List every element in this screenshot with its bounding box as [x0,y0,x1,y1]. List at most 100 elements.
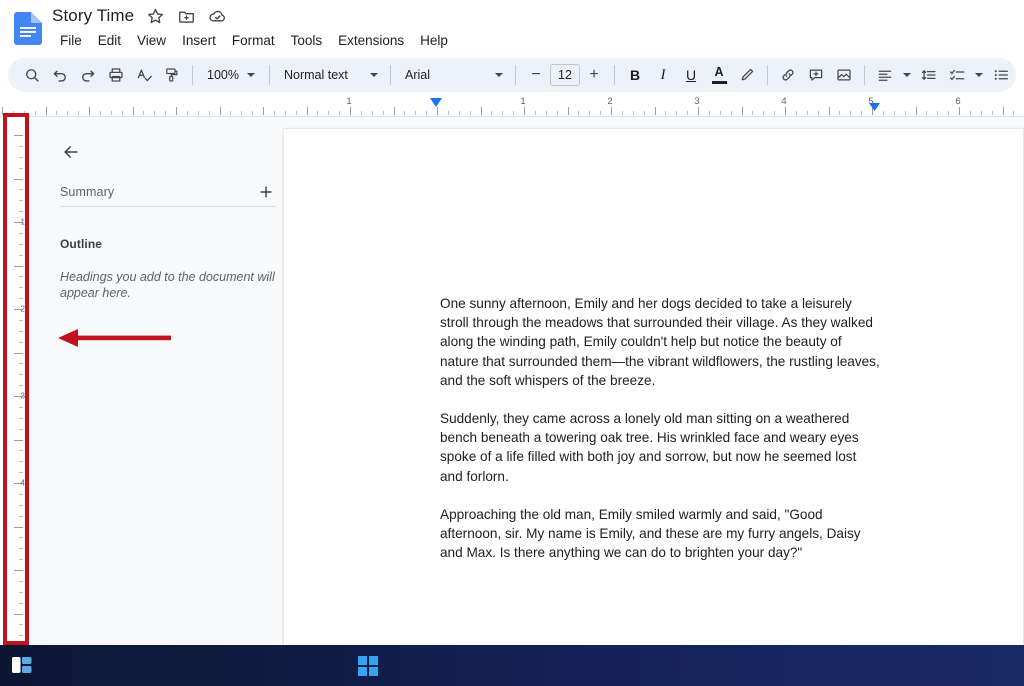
bulleted-list-dropdown-button[interactable] [1015,62,1016,88]
vruler-minor-tick [19,363,23,364]
minus-icon: − [531,66,541,83]
vruler-minor-tick [19,168,23,169]
vruler-minor-tick [19,581,23,582]
toolbar-divider [192,65,193,85]
ruler-minor-tick [165,111,166,115]
menu-edit[interactable]: Edit [90,31,129,50]
menu-insert[interactable]: Insert [174,31,224,50]
ruler-minor-tick [122,111,123,115]
font-size-decrease-button[interactable]: − [522,61,550,89]
insert-image-icon[interactable] [830,61,858,89]
menu-format[interactable]: Format [224,31,283,50]
ruler-minor-tick [644,111,645,115]
ruler-major-tick [568,107,569,115]
cloud-saved-icon[interactable] [208,7,227,26]
search-icon[interactable] [18,61,46,89]
redo-icon[interactable] [74,61,102,89]
widgets-icon[interactable] [8,651,36,679]
document-text-body[interactable]: One sunny afternoon, Emily and her dogs … [440,294,880,581]
ruler-minor-tick [274,111,275,115]
ruler-minor-tick [502,111,503,115]
underline-button[interactable]: U [677,61,705,89]
bulleted-list-icon[interactable] [987,61,1015,89]
paint-format-icon[interactable] [158,61,186,89]
toolbar-divider [767,65,768,85]
page-title[interactable]: Story Time [52,6,134,26]
undo-icon[interactable] [46,61,74,89]
line-spacing-icon[interactable] [915,61,943,89]
ruler-minor-tick [56,111,57,115]
ruler-minor-tick [796,111,797,115]
vertical-ruler[interactable]: 1 2 3 4 [8,117,26,645]
menu-help[interactable]: Help [412,31,456,50]
ruler-minor-tick [850,111,851,115]
ruler-number-label: 1 [346,96,352,107]
add-summary-plus-icon[interactable] [254,180,278,204]
star-icon[interactable] [146,7,165,26]
ruler-minor-tick [763,111,764,115]
ruler-major-tick [524,107,525,115]
font-size-increase-button[interactable]: + [580,61,608,89]
paragraph-style-selector[interactable]: Normal text [276,62,384,88]
move-to-folder-icon[interactable] [177,7,196,26]
summary-divider [60,206,276,207]
ruler-minor-tick [807,111,808,115]
horizontal-ruler[interactable]: 1123456 [0,95,1024,117]
ruler-minor-tick [24,111,25,115]
paragraph-2: Suddenly, they came across a lonely old … [440,411,859,484]
ruler-major-tick [2,107,3,115]
ruler-number-label: 6 [955,96,961,107]
vruler-minor-tick [19,146,23,147]
italic-button[interactable]: I [649,61,677,89]
vruler-major-tick [14,353,23,354]
add-comment-icon[interactable] [802,61,830,89]
align-dropdown-button[interactable] [899,62,915,88]
outline-empty-hint: Headings you add to the document will ap… [60,270,275,300]
checklist-dropdown-button[interactable] [971,62,987,88]
ruler-minor-tick [241,111,242,115]
ruler-minor-tick [720,111,721,115]
ruler-number-label: 4 [781,96,787,107]
ruler-major-tick [655,107,656,115]
ruler-minor-tick [709,111,710,115]
toolbar-divider [269,65,270,85]
vruler-minor-tick [19,331,23,332]
ruler-minor-tick [546,111,547,115]
menu-extensions[interactable]: Extensions [330,31,412,50]
spellcheck-icon[interactable] [130,61,158,89]
checklist-icon[interactable] [943,61,971,89]
align-left-icon[interactable] [871,61,899,89]
windows-start-icon[interactable] [354,652,382,680]
vruler-minor-tick [19,385,23,386]
ruler-minor-tick [752,111,753,115]
document-page[interactable]: One sunny afternoon, Emily and her dogs … [283,128,1024,645]
font-size-input[interactable]: 12 [550,64,580,86]
google-docs-logo[interactable] [14,12,42,45]
text-color-button[interactable]: A [705,61,733,89]
menu-file[interactable]: File [52,31,90,50]
vruler-minor-tick [19,189,23,190]
ruler-number-label: 2 [607,96,613,107]
menu-view[interactable]: View [129,31,174,50]
ruler-minor-tick [905,111,906,115]
font-size-stepper: − 12 + [522,61,608,89]
ruler-minor-tick [557,111,558,115]
font-family-value: Arial [405,68,431,82]
print-icon[interactable] [102,61,130,89]
back-arrow-icon[interactable] [58,139,84,165]
vruler-major-tick [14,135,23,136]
ruler-minor-tick [818,111,819,115]
zoom-selector[interactable]: 100% [199,62,263,88]
vruler-minor-tick [19,559,23,560]
highlight-pen-icon[interactable] [733,61,761,89]
vruler-minor-tick [19,374,23,375]
ruler-major-tick [176,107,177,115]
insert-link-icon[interactable] [774,61,802,89]
ruler-minor-tick [198,111,199,115]
ruler-minor-tick [992,111,993,115]
font-family-selector[interactable]: Arial [397,62,509,88]
bold-button[interactable]: B [621,61,649,89]
ruler-major-tick [46,107,47,115]
ruler-minor-tick [774,111,775,115]
menu-tools[interactable]: Tools [283,31,331,50]
